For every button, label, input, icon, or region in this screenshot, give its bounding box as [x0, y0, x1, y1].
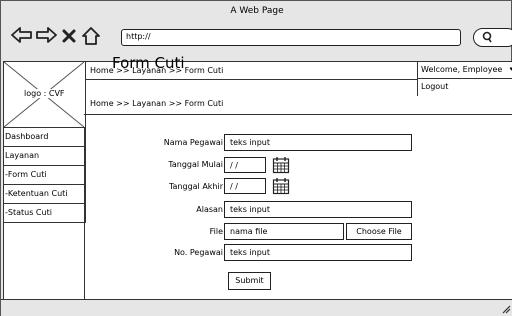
header-divider: [84, 114, 512, 115]
nama-pegawai-input[interactable]: teks input: [224, 134, 412, 151]
logout-link[interactable]: Logout: [418, 79, 512, 95]
logo-label: logo : CVF: [23, 89, 66, 98]
search-icon: [482, 31, 492, 46]
welcome-label: Welcome, Employee: [421, 65, 503, 74]
logo: logo : CVF: [4, 62, 86, 128]
calendar-icon[interactable]: [272, 177, 290, 195]
welcome-dropdown[interactable]: Welcome, Employee ▾: [418, 62, 512, 79]
window-title: A Web Page: [230, 6, 284, 16]
sidebar-item-dashboard[interactable]: Dashboard: [4, 128, 86, 147]
arrow-left-icon[interactable]: [11, 26, 33, 44]
url-input[interactable]: http://: [121, 29, 461, 46]
tanggal-mulai-input[interactable]: / /: [224, 157, 266, 173]
tanggal-akhir-label: Tanggal Akhir: [168, 182, 223, 191]
sidebar-item-layanan[interactable]: Layanan: [4, 147, 86, 166]
sidebar: Dashboard Layanan -Form Cuti -Ketentuan …: [4, 128, 86, 223]
file-label: File: [209, 227, 223, 236]
sidebar-item-status-cuti[interactable]: -Status Cuti: [4, 204, 86, 223]
submit-button[interactable]: Submit: [228, 272, 271, 290]
breadcrumb-secondary: Home >> Layanan >> Form Cuti: [90, 99, 224, 108]
tanggal-mulai-label: Tanggal Mulai: [168, 160, 223, 169]
file-name-field[interactable]: nama file: [224, 223, 344, 240]
nama-pegawai-label: Nama Pegawai: [163, 138, 223, 147]
sidebar-item-form-cuti[interactable]: -Form Cuti: [4, 166, 86, 185]
tanggal-akhir-input[interactable]: / /: [224, 178, 266, 194]
sidebar-item-ketentuan-cuti[interactable]: -Ketentuan Cuti: [4, 185, 86, 204]
browser-window: A Web Page http:// logo : CVF Home >> La…: [0, 0, 512, 316]
page-title: Form Cuti: [112, 54, 185, 72]
calendar-icon[interactable]: [272, 156, 290, 174]
choose-file-button[interactable]: Choose File: [346, 223, 412, 240]
search-input[interactable]: [473, 28, 512, 47]
resize-grip-icon[interactable]: [501, 304, 511, 314]
home-icon[interactable]: [81, 26, 101, 46]
sidebar-divider: [84, 128, 85, 300]
x-icon[interactable]: [61, 28, 77, 44]
arrow-right-icon[interactable]: [35, 26, 57, 44]
no-pegawai-input[interactable]: teks input: [224, 244, 412, 261]
alasan-input[interactable]: teks input: [224, 201, 412, 218]
status-bar: [1, 299, 512, 316]
user-menu[interactable]: Welcome, Employee ▾ Logout: [417, 62, 512, 96]
no-pegawai-label: No. Pegawai: [174, 248, 223, 257]
alasan-label: Alasan: [196, 205, 223, 214]
